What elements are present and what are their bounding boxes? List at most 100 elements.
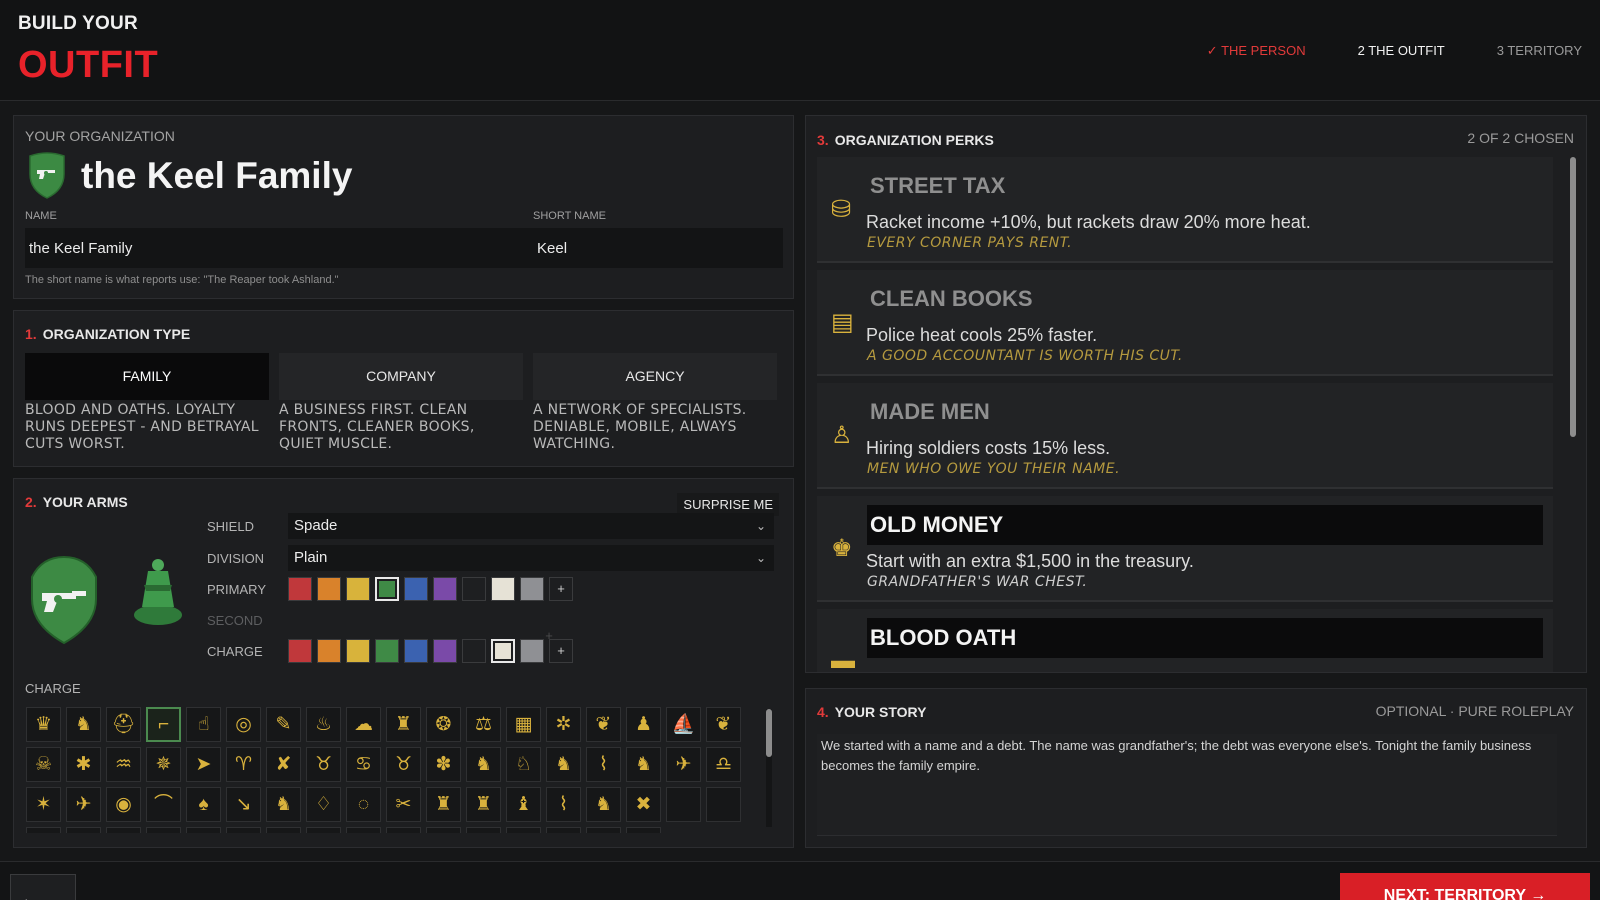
type-tab-family[interactable]: FAMILY bbox=[25, 353, 269, 400]
charge-option-icon[interactable] bbox=[466, 827, 501, 833]
charge-option-icon[interactable]: ✎ bbox=[266, 707, 301, 742]
charge-option-icon[interactable]: ✂ bbox=[386, 787, 421, 822]
charge-option-icon[interactable]: ♞ bbox=[266, 787, 301, 822]
charge-option-icon[interactable] bbox=[306, 827, 341, 833]
primary-color-swatch[interactable] bbox=[462, 577, 486, 601]
charge-option-icon[interactable]: ✽ bbox=[426, 747, 461, 782]
charge-color-swatch[interactable] bbox=[346, 639, 370, 663]
charge-option-icon[interactable]: ☁ bbox=[346, 707, 381, 742]
charge-option-icon[interactable] bbox=[706, 787, 741, 822]
charge-color-swatch[interactable] bbox=[317, 639, 341, 663]
charge-option-icon[interactable] bbox=[266, 827, 301, 833]
charge-option-icon[interactable]: ◌ bbox=[346, 787, 381, 822]
charge-option-icon[interactable]: ♎ bbox=[706, 747, 741, 782]
scrollbar-thumb[interactable] bbox=[766, 709, 772, 757]
charge-color-swatch[interactable] bbox=[433, 639, 457, 663]
primary-color-swatch[interactable] bbox=[288, 577, 312, 601]
charge-option-icon[interactable]: ♛ bbox=[26, 707, 61, 742]
charge-option-icon[interactable] bbox=[546, 827, 581, 833]
primary-color-swatch[interactable] bbox=[346, 577, 370, 601]
charge-option-icon[interactable]: ⌇ bbox=[586, 747, 621, 782]
charge-option-icon[interactable] bbox=[186, 827, 221, 833]
charge-option-icon[interactable]: ⛵ bbox=[666, 707, 701, 742]
charge-option-icon[interactable]: ♨ bbox=[306, 707, 341, 742]
perk-card[interactable]: ♙ MADE MEN Hiring soldiers costs 15% less.… bbox=[817, 383, 1553, 489]
charge-option-icon[interactable]: ❦ bbox=[706, 707, 741, 742]
primary-color-swatch[interactable] bbox=[520, 577, 544, 601]
charge-option-icon[interactable] bbox=[226, 827, 261, 833]
charge-option-icon[interactable]: ✱ bbox=[66, 747, 101, 782]
back-button[interactable]: ← BACK bbox=[10, 874, 76, 900]
charge-option-icon[interactable]: ✲ bbox=[546, 707, 581, 742]
charge-option-icon[interactable]: ♞ bbox=[546, 747, 581, 782]
primary-color-swatch[interactable] bbox=[404, 577, 428, 601]
charge-option-icon[interactable]: ♞ bbox=[586, 787, 621, 822]
type-tab-agency[interactable]: AGENCY bbox=[533, 353, 777, 400]
charge-option-icon[interactable]: ◎ bbox=[226, 707, 261, 742]
charge-option-icon[interactable]: ♝ bbox=[506, 787, 541, 822]
charge-option-icon[interactable]: ⛑ bbox=[106, 707, 141, 742]
charge-option-icon[interactable] bbox=[66, 827, 101, 833]
charge-option-icon[interactable]: ✶ bbox=[26, 787, 61, 822]
short-name-field[interactable] bbox=[533, 228, 783, 268]
charge-option-icon[interactable] bbox=[626, 827, 661, 833]
charge-option-icon[interactable]: ❂ bbox=[426, 707, 461, 742]
division-select[interactable]: Plain ⌄ bbox=[288, 545, 774, 571]
charge-color-swatch[interactable] bbox=[404, 639, 428, 663]
charge-option-icon[interactable]: ♠ bbox=[186, 787, 221, 822]
name-field[interactable] bbox=[25, 228, 538, 268]
step-the-person[interactable]: ✓ THE PERSON bbox=[1207, 43, 1306, 59]
charge-option-icon[interactable]: ↘ bbox=[226, 787, 261, 822]
charge-option-icon[interactable] bbox=[346, 827, 381, 833]
step-territory[interactable]: 3 TERRITORY bbox=[1497, 43, 1582, 59]
next-territory-button[interactable]: NEXT: TERRITORY → bbox=[1340, 873, 1590, 900]
perk-card[interactable]: ⛁ STREET TAX Racket income +10%, but racke… bbox=[817, 157, 1553, 263]
charge-option-icon[interactable]: ☝ bbox=[186, 707, 221, 742]
charge-color-swatch[interactable] bbox=[491, 639, 515, 663]
charge-option-icon[interactable] bbox=[146, 827, 181, 833]
charge-color-swatch[interactable] bbox=[288, 639, 312, 663]
charge-option-icon[interactable]: ⚖ bbox=[466, 707, 501, 742]
step-the-outfit[interactable]: 2 THE OUTFIT bbox=[1358, 43, 1445, 59]
type-tab-company[interactable]: COMPANY bbox=[279, 353, 523, 400]
charge-option-icon[interactable]: ✘ bbox=[266, 747, 301, 782]
charge-option-icon[interactable]: ♜ bbox=[426, 787, 461, 822]
shield-select[interactable]: Spade ⌄ bbox=[288, 513, 774, 539]
charge-option-icon[interactable]: ♒ bbox=[106, 747, 141, 782]
charge-grid-scrollbar[interactable] bbox=[766, 709, 772, 827]
primary-color-swatch[interactable] bbox=[433, 577, 457, 601]
charge-option-icon[interactable]: ⌇ bbox=[546, 787, 581, 822]
charge-color-swatch[interactable] bbox=[375, 639, 399, 663]
charge-option-icon[interactable]: ♢ bbox=[306, 787, 341, 822]
charge-option-icon[interactable] bbox=[666, 787, 701, 822]
charge-option-icon[interactable]: ♉ bbox=[386, 747, 421, 782]
charge-option-icon[interactable]: ☠ bbox=[26, 747, 61, 782]
charge-option-icon[interactable] bbox=[506, 827, 541, 833]
charge-color-add-color-button[interactable]: + bbox=[549, 639, 573, 663]
perk-card[interactable]: ▤ CLEAN BOOKS Police heat cools 25% faster… bbox=[817, 270, 1553, 376]
charge-option-icon[interactable]: ◉ bbox=[106, 787, 141, 822]
charge-option-icon[interactable] bbox=[386, 827, 421, 833]
charge-option-icon[interactable]: ♞ bbox=[626, 747, 661, 782]
charge-option-icon[interactable] bbox=[586, 827, 621, 833]
primary-color-swatch[interactable] bbox=[491, 577, 515, 601]
charge-color-swatch[interactable] bbox=[462, 639, 486, 663]
charge-option-icon[interactable] bbox=[426, 827, 461, 833]
charge-option-icon[interactable]: ♟ bbox=[626, 707, 661, 742]
perks-scrollbar[interactable] bbox=[1570, 157, 1576, 657]
charge-option-icon[interactable] bbox=[106, 827, 141, 833]
charge-option-icon[interactable]: ✖ bbox=[626, 787, 661, 822]
charge-option-icon[interactable]: ♈ bbox=[226, 747, 261, 782]
perk-card[interactable]: ♚ OLD MONEY Start with an extra $1,500 in … bbox=[817, 496, 1553, 602]
primary-color-add-color-button[interactable]: + bbox=[549, 577, 573, 601]
charge-option-icon[interactable]: ⌒ bbox=[146, 787, 181, 822]
charge-option-icon[interactable]: ♞ bbox=[66, 707, 101, 742]
charge-option-icon[interactable]: ✵ bbox=[146, 747, 181, 782]
charge-option-icon[interactable]: ⌐ bbox=[146, 707, 181, 742]
charge-option-icon[interactable]: ♞ bbox=[466, 747, 501, 782]
primary-color-swatch[interactable] bbox=[375, 577, 399, 601]
charge-option-icon[interactable]: ▦ bbox=[506, 707, 541, 742]
charge-color-swatch[interactable] bbox=[520, 639, 544, 663]
charge-option-icon[interactable]: ♋ bbox=[346, 747, 381, 782]
charge-option-icon[interactable]: ❦ bbox=[586, 707, 621, 742]
